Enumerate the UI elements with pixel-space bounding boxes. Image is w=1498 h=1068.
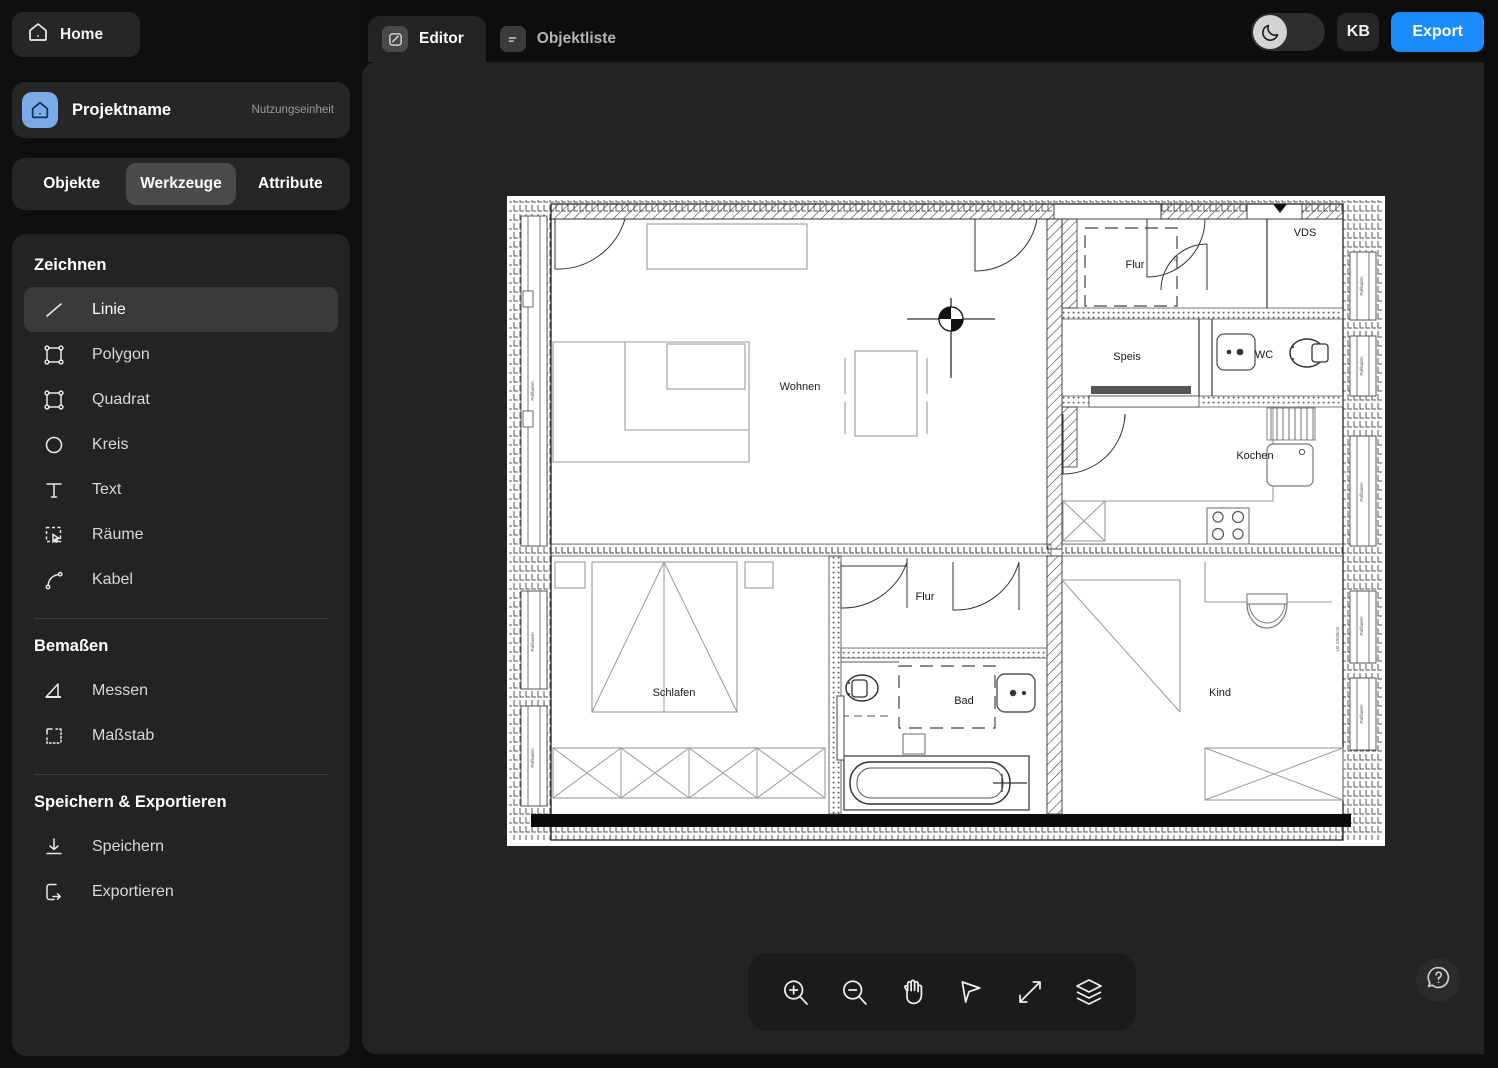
room-label-schlafen: Schlafen [653,687,696,699]
home-button[interactable]: Home [12,12,140,57]
tool-kreis-label: Kreis [92,436,128,454]
circle-icon [36,433,72,457]
tool-speichern-label: Speichern [92,838,164,856]
topbar-actions: KB Export [1251,12,1484,52]
divider-1 [34,618,328,619]
project-name: Projektname [72,101,252,120]
tool-exportieren-label: Exportieren [92,883,174,901]
room-label-kochen: Kochen [1236,450,1273,462]
tool-polygon[interactable]: Polygon [24,332,338,377]
tool-quadrat-label: Quadrat [92,391,150,409]
polygon-icon [36,343,72,367]
app-root: Home Projektname Nutzungseinheit Objekte… [0,0,1498,1068]
help-button[interactable] [1416,958,1460,1002]
svg-text:Rollladen: Rollladen [530,748,535,768]
view-toolbar [748,953,1136,1031]
pencil-square-icon [382,26,408,52]
tab-objekte[interactable]: Objekte [17,163,126,205]
svg-text:Rollladen: Rollladen [1359,616,1364,636]
list-icon [500,26,526,52]
tool-linie-label: Linie [92,301,126,319]
tab-werkzeuge[interactable]: Werkzeuge [126,163,235,205]
tab-bar: Editor Objektliste [362,0,638,62]
panel-tab-group: Objekte Werkzeuge Attribute [12,158,350,210]
measure-angle-icon [36,679,72,703]
tab-attribute[interactable]: Attribute [236,163,345,205]
floorplan-drawing[interactable]: Rollladen [507,196,1385,846]
tool-polygon-label: Polygon [92,346,150,364]
svg-text:Rollladen: Rollladen [1359,356,1364,376]
section-title-zeichnen: Zeichnen [12,256,350,275]
room-label-bad: Bad [954,695,974,707]
section-title-bemassen: Bemaßen [12,637,350,656]
tool-speichern[interactable]: Speichern [24,824,338,869]
download-icon [36,835,72,859]
tab-objektliste[interactable]: Objektliste [486,16,638,62]
room-label-vds: VDS [1294,227,1317,239]
tool-massstab-label: Maßstab [92,727,154,745]
zoom-out-button[interactable] [831,969,877,1015]
cable-icon [36,568,72,592]
tool-messen-label: Messen [92,682,148,700]
moon-icon [1253,15,1287,49]
project-subtitle: Nutzungseinheit [252,104,334,116]
room-label-kind: Kind [1209,687,1231,699]
tool-linie[interactable]: Linie [24,287,338,332]
tool-kabel-label: Kabel [92,571,133,589]
home-button-label: Home [60,26,103,44]
select-button[interactable] [948,969,994,1015]
svg-text:Rollladen: Rollladen [530,381,535,401]
line-icon [36,298,72,322]
svg-text:Rollladen: Rollladen [1359,704,1364,724]
editor-canvas[interactable]: Rollladen [362,62,1484,1054]
topbar: Editor Objektliste [362,0,1498,62]
export-icon [36,880,72,904]
question-bubble-icon [1425,964,1452,996]
divider-2 [34,774,328,775]
room-label-wohnen: Wohnen [780,381,821,393]
dark-mode-toggle[interactable] [1251,13,1325,51]
text-icon [36,478,72,502]
tool-kreis[interactable]: Kreis [24,422,338,467]
tool-quadrat[interactable]: Quadrat [24,377,338,422]
project-card[interactable]: Projektname Nutzungseinheit [12,82,350,138]
svg-text:Rollladen: Rollladen [530,632,535,652]
square-icon [36,388,72,412]
svg-text:UZ 29/35cm: UZ 29/35cm [1335,626,1340,651]
tools-panel: Zeichnen Linie Polygon [12,234,350,1056]
layers-button[interactable] [1066,969,1112,1015]
svg-text:Rollladen: Rollladen [1359,482,1364,502]
scale-icon [36,724,72,748]
main-area: Editor Objektliste [362,0,1498,1068]
zoom-in-button[interactable] [772,969,818,1015]
rooms-icon [36,523,72,547]
tab-editor[interactable]: Editor [368,16,486,62]
user-avatar[interactable]: KB [1337,13,1379,51]
tool-raeume-label: Räume [92,526,144,544]
pan-button[interactable] [890,969,936,1015]
sidebar: Home Projektname Nutzungseinheit Objekte… [0,0,362,1068]
tool-raeume[interactable]: Räume [24,512,338,557]
tool-kabel[interactable]: Kabel [24,557,338,602]
section-title-speichern-exportieren: Speichern & Exportieren [12,793,350,812]
room-label-speis: Speis [1113,351,1141,363]
tab-editor-label: Editor [419,30,464,48]
tool-text[interactable]: Text [24,467,338,512]
tool-exportieren[interactable]: Exportieren [24,869,338,914]
export-button[interactable]: Export [1391,12,1484,52]
room-label-flur-top: Flur [1126,259,1145,271]
svg-text:Rollladen: Rollladen [1359,276,1364,296]
tool-massstab[interactable]: Maßstab [24,713,338,758]
tab-objektliste-label: Objektliste [537,30,616,48]
tool-text-label: Text [92,481,121,499]
floorplan-svg: Rollladen [507,196,1385,846]
room-label-wc: WC [1255,349,1273,361]
tool-messen[interactable]: Messen [24,668,338,713]
measure-button[interactable] [1007,969,1053,1015]
home-badge-icon [22,92,58,128]
room-label-flur-bottom: Flur [916,591,935,603]
home-icon [26,20,50,49]
